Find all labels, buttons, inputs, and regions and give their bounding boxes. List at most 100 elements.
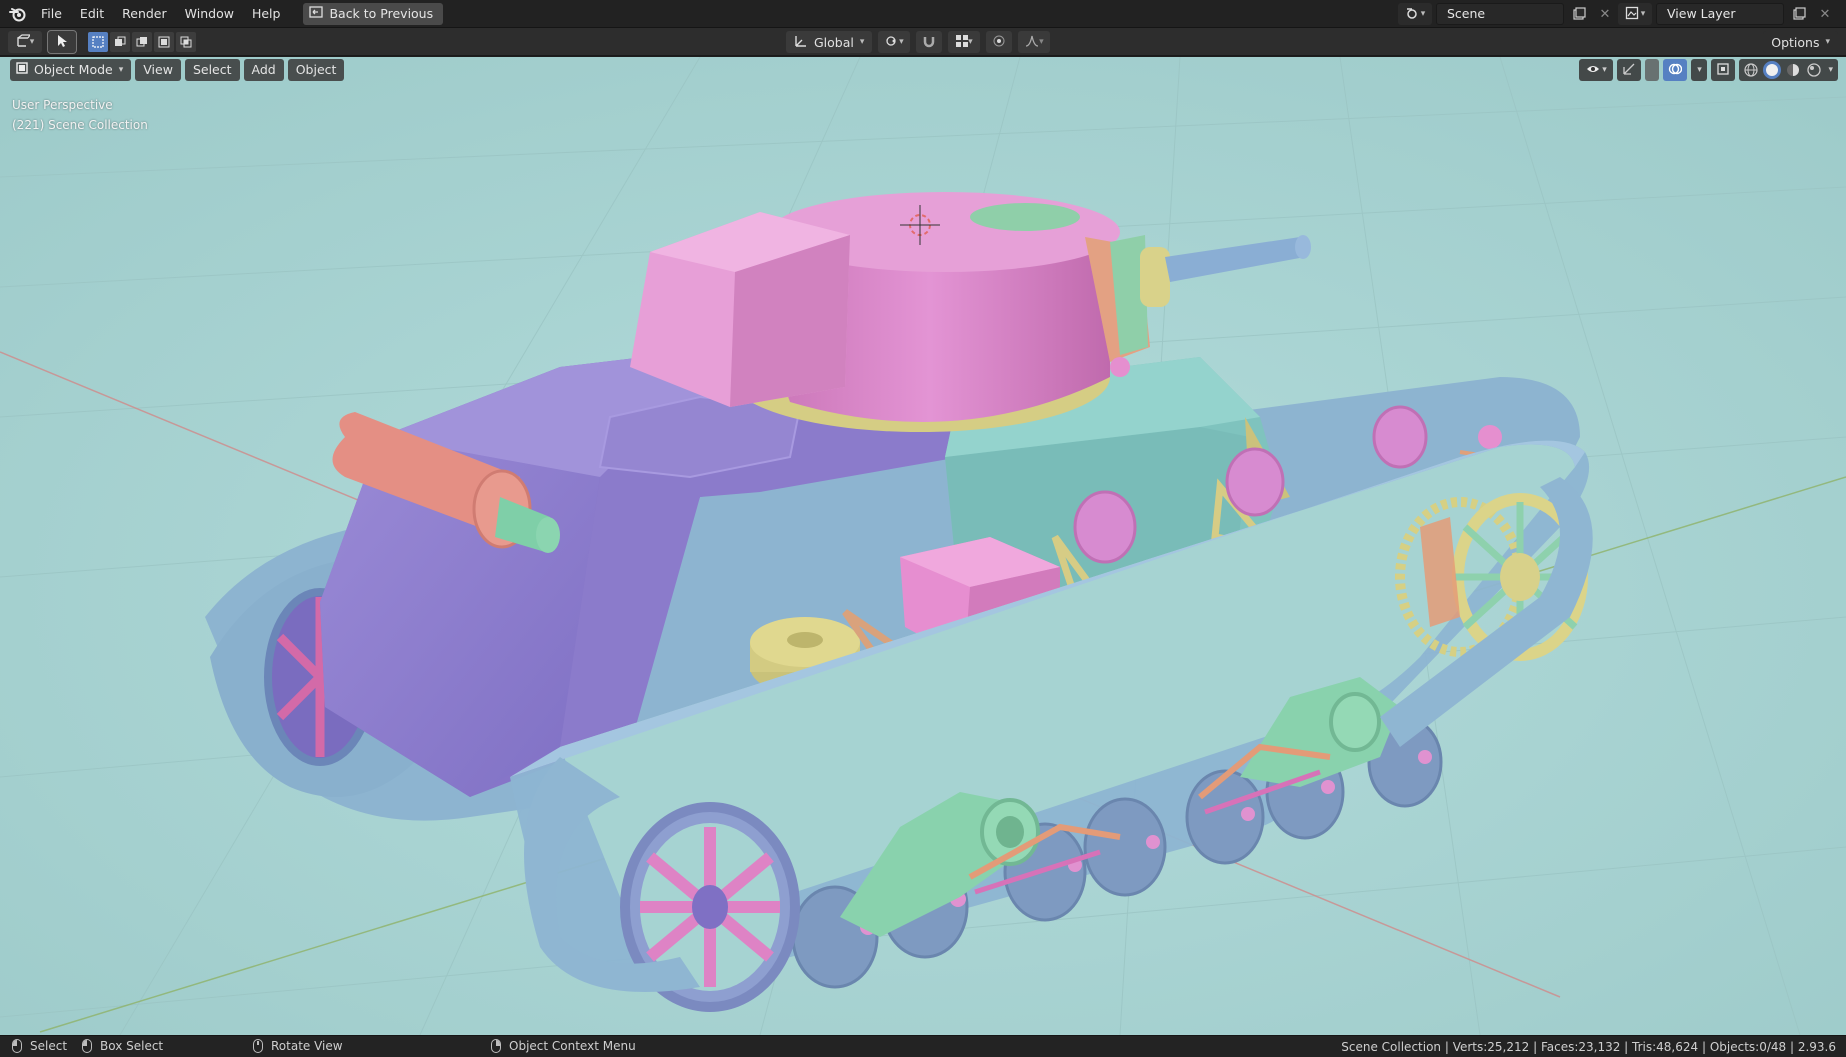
falloff-curve-icon <box>1025 34 1039 51</box>
chevron-down-icon: ▾ <box>1640 9 1646 19</box>
select-intersect-icon[interactable] <box>176 32 196 52</box>
select-new-icon[interactable] <box>88 32 108 52</box>
menu-edit[interactable]: Edit <box>71 3 113 25</box>
overlays-toggle[interactable] <box>1663 59 1688 81</box>
status-box-select-label: Box Select <box>100 1039 164 1053</box>
3d-viewport-icon <box>16 33 31 51</box>
gizmo-toggle[interactable] <box>1617 59 1642 81</box>
transform-orientation-label: Global <box>814 34 854 50</box>
gizmo-icon <box>1622 62 1636 79</box>
status-rotate-label: Rotate View <box>271 1039 343 1053</box>
pivot-point-button[interactable]: ▾ <box>878 31 911 53</box>
overlays-dropdown[interactable]: ▾ <box>1691 59 1708 81</box>
orientation-axis-icon <box>794 34 808 51</box>
add-menu[interactable]: Add <box>243 59 284 81</box>
menu-window[interactable]: Window <box>176 3 243 25</box>
menu-render[interactable]: Render <box>113 3 176 25</box>
shading-mode-group: ▾ <box>1739 59 1838 81</box>
select-tool-button[interactable] <box>47 30 77 54</box>
xray-icon <box>1716 62 1730 79</box>
status-box-select-hint: Box Select <box>82 1039 163 1053</box>
wireframe-shading-icon[interactable] <box>1742 61 1760 79</box>
view-layer-browse-button[interactable]: ▾ <box>1618 3 1652 25</box>
status-bar: Select Box Select Rotate View Object Con… <box>0 1035 1846 1057</box>
scene-selector: ▾ Scene ✕ <box>1398 3 1616 25</box>
solid-shading-icon[interactable] <box>1763 61 1782 79</box>
proportional-falloff-button[interactable]: ▾ <box>1018 31 1051 53</box>
overlays-icon <box>1668 62 1683 79</box>
pivot-icon <box>885 34 899 51</box>
mouse-left-icon <box>12 1039 22 1053</box>
menu-file[interactable]: File <box>32 3 71 25</box>
select-subtract-icon[interactable] <box>132 32 152 52</box>
transform-orientation-dropdown[interactable]: Global ▾ <box>786 31 873 53</box>
view-layer-name-field[interactable]: View Layer <box>1656 3 1784 25</box>
chevron-down-icon: ▾ <box>968 37 973 47</box>
status-select-hint: Select <box>12 1039 67 1053</box>
chevron-down-icon: ▾ <box>899 37 904 47</box>
snap-toggle-button[interactable] <box>916 31 943 53</box>
back-icon <box>309 6 324 21</box>
proportional-editing-button[interactable] <box>986 31 1013 53</box>
rendered-shading-icon[interactable] <box>1805 61 1823 79</box>
scene-icon <box>1405 6 1419 23</box>
view-layer-icon <box>1625 6 1639 23</box>
object-mode-dropdown[interactable]: Object Mode ▾ <box>10 59 132 81</box>
scene-name-field[interactable]: Scene <box>1436 3 1564 25</box>
viewport-overlay-text: User Perspective (221) Scene Collection <box>12 95 148 135</box>
collection-info: (221) Scene Collection <box>12 118 148 132</box>
new-scene-icon[interactable] <box>1568 3 1590 25</box>
back-to-previous-button[interactable]: Back to Previous <box>303 2 444 25</box>
chevron-down-icon: ▾ <box>859 37 865 47</box>
eye-icon <box>1586 63 1600 77</box>
scene-statistics: Scene Collection | Verts:25,212 | Faces:… <box>1341 1040 1836 1054</box>
menu-help[interactable]: Help <box>243 3 290 25</box>
material-shading-icon[interactable] <box>1784 61 1802 79</box>
top-menu-bar: File Edit Render Window Help Back to Pre… <box>0 0 1846 28</box>
view-layer-selector: ▾ View Layer ✕ <box>1618 3 1836 25</box>
chevron-down-icon: ▾ <box>1697 65 1702 75</box>
snap-grid-icon <box>956 34 969 50</box>
viewport-shading-controls: ▾ ▾ ▾ <box>1579 59 1838 81</box>
mouse-drag-icon <box>82 1039 92 1053</box>
status-rotate-hint: Rotate View <box>253 1039 343 1053</box>
cursor-arrow-icon <box>56 34 68 51</box>
options-dropdown[interactable]: Options ▾ <box>1763 31 1838 53</box>
viewport-header: Object Mode ▾ View Select Add Object <box>10 59 345 81</box>
delete-scene-icon[interactable]: ✕ <box>1594 3 1616 25</box>
proportional-dot-icon <box>992 34 1006 51</box>
magnet-icon <box>922 34 936 51</box>
chevron-down-icon: ▾ <box>1420 9 1426 19</box>
snap-target-button[interactable]: ▾ <box>948 31 981 53</box>
editor-type-button[interactable]: ▾ <box>8 31 42 53</box>
new-view-layer-icon[interactable] <box>1788 3 1810 25</box>
tank-model-render <box>0 57 1846 1035</box>
chevron-down-icon: ▾ <box>118 65 124 75</box>
chevron-down-icon[interactable]: ▾ <box>1826 65 1835 75</box>
mouse-right-icon <box>491 1039 501 1053</box>
chevron-down-icon: ▾ <box>1825 37 1830 47</box>
select-extend-icon[interactable] <box>110 32 130 52</box>
scene-browse-button[interactable]: ▾ <box>1398 3 1432 25</box>
object-mode-label: Object Mode <box>34 62 113 77</box>
status-context-label: Object Context Menu <box>509 1039 636 1053</box>
xray-toggle[interactable] <box>1711 59 1736 81</box>
view-name: User Perspective <box>12 98 113 112</box>
mouse-middle-icon <box>253 1039 263 1053</box>
chevron-down-icon: ▾ <box>29 37 35 47</box>
object-menu[interactable]: Object <box>287 59 345 81</box>
visibility-dropdown[interactable]: ▾ <box>1579 59 1614 81</box>
chevron-down-icon: ▾ <box>1602 65 1607 75</box>
status-select-label: Select <box>30 1039 68 1053</box>
back-button-label: Back to Previous <box>329 6 434 21</box>
blender-logo-icon[interactable] <box>4 0 32 28</box>
select-menu[interactable]: Select <box>184 59 240 81</box>
options-label: Options <box>1771 34 1820 50</box>
3d-viewport[interactable]: Object Mode ▾ View Select Add Object Use… <box>0 57 1846 1035</box>
delete-view-layer-icon[interactable]: ✕ <box>1814 3 1836 25</box>
status-context-hint: Object Context Menu <box>491 1039 636 1053</box>
gizmo-dropdown[interactable] <box>1645 59 1660 81</box>
view-menu[interactable]: View <box>135 59 181 81</box>
select-mode-group <box>88 32 196 52</box>
select-invert-icon[interactable] <box>154 32 174 52</box>
